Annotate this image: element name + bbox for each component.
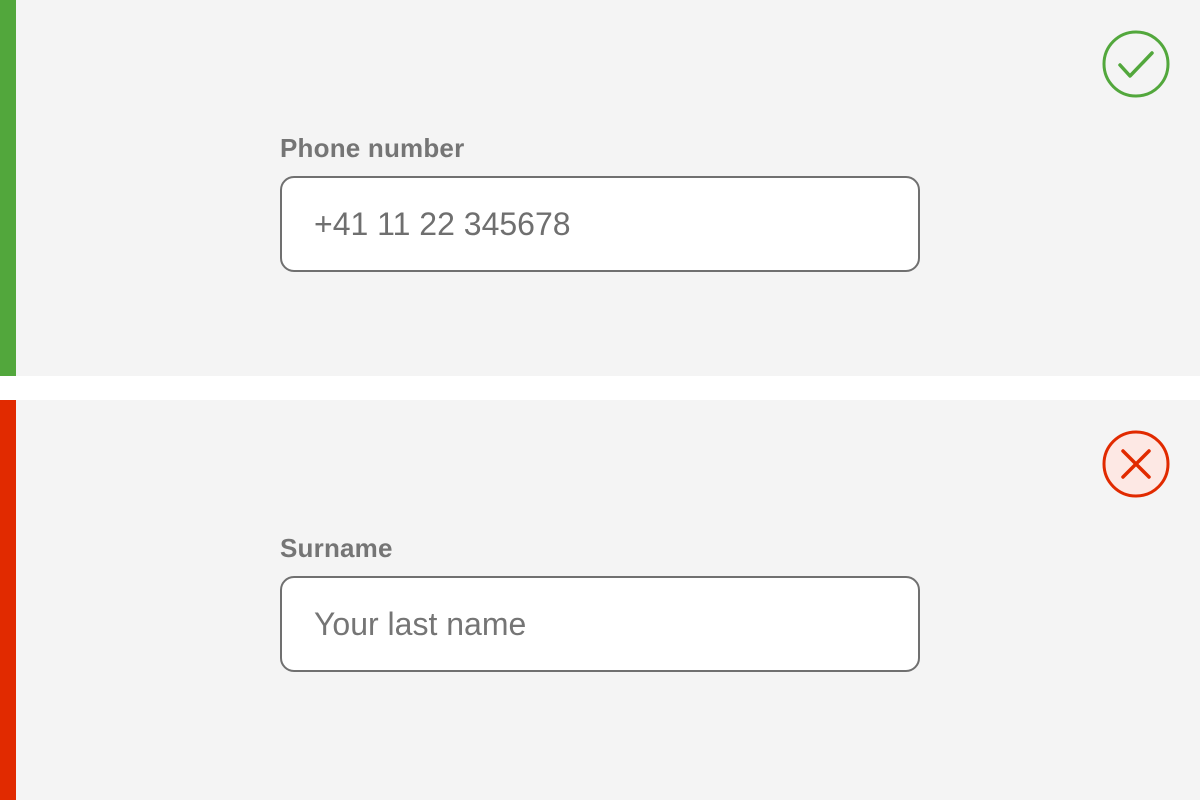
x-circle-icon xyxy=(1102,430,1170,498)
invalid-field-example: Surname xyxy=(0,400,1200,800)
phone-number-label: Phone number xyxy=(280,133,465,163)
phone-number-input[interactable] xyxy=(280,176,920,272)
surname-input[interactable] xyxy=(280,576,920,672)
success-indicator-stripe xyxy=(0,0,16,376)
checkmark-circle-icon xyxy=(1102,30,1170,98)
error-indicator-stripe xyxy=(0,400,16,800)
surname-label: Surname xyxy=(280,533,393,563)
valid-field-example: Phone number xyxy=(0,0,1200,376)
